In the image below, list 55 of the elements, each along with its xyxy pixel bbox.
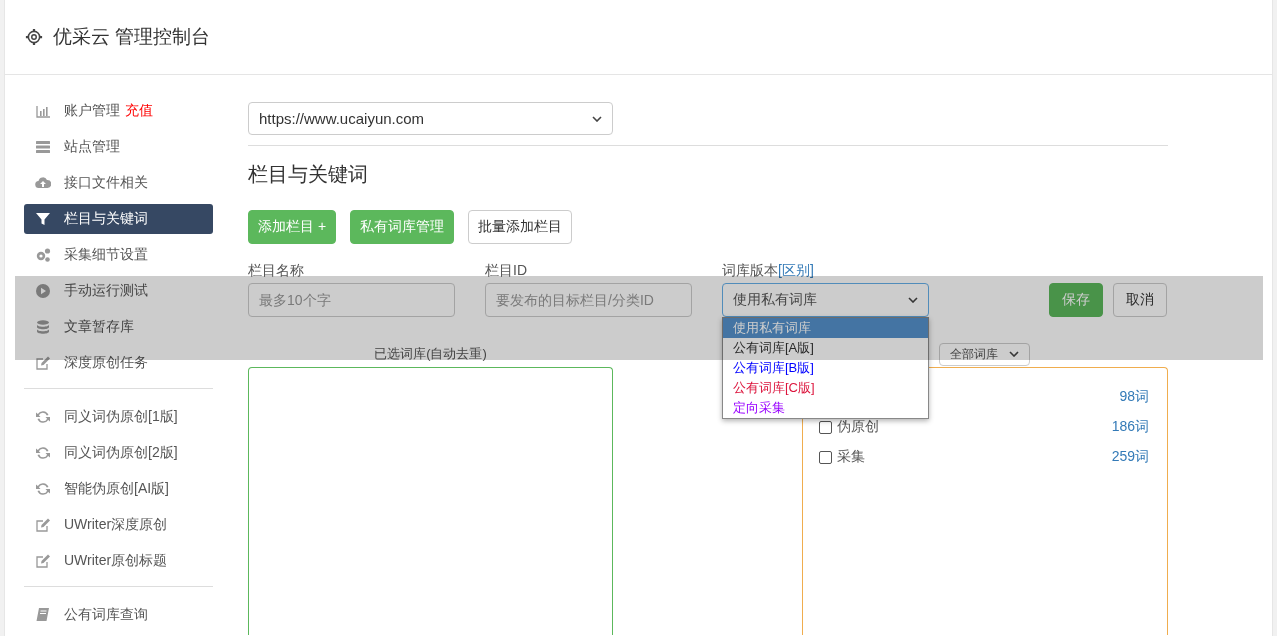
word-count: 259词: [1111, 448, 1149, 466]
library-filter-select[interactable]: 全部词库: [939, 342, 1030, 366]
library-select[interactable]: 使用私有词库: [722, 283, 929, 317]
console-title: 优采云 管理控制台: [53, 25, 211, 49]
sidebar-item[interactable]: UWriter原创标题: [24, 546, 213, 576]
panel-title: 已选词库(自动去重): [374, 345, 487, 363]
cancel-button[interactable]: 取消: [1113, 283, 1167, 317]
caret-icon: [1009, 351, 1019, 357]
sidebar-item[interactable]: 文章暂存库: [24, 312, 213, 342]
site-select[interactable]: https://www.ucaiyun.com: [248, 102, 613, 135]
dropdown-option[interactable]: 公有词库[C版]: [723, 378, 928, 398]
word-count: 98词: [1119, 388, 1149, 406]
database-icon: [35, 319, 51, 335]
field-label: 栏目ID: [485, 262, 527, 278]
outline-button[interactable]: 批量添加栏目: [468, 210, 573, 244]
sidebar-item[interactable]: 智能伪原创[AI版]: [24, 474, 213, 504]
server-icon: [35, 139, 51, 155]
edit-icon: [35, 553, 51, 569]
section-title: 栏目与关键词: [248, 162, 369, 187]
cloud-upload-icon: [35, 175, 51, 191]
caret-icon: [908, 297, 918, 303]
refresh-icon: [35, 409, 51, 425]
library-name: 伪原创: [837, 418, 879, 436]
sidebar-item[interactable]: 接口文件相关: [24, 168, 213, 198]
bar-chart-icon: [35, 103, 51, 119]
sidebar-item[interactable]: 手动运行测试: [24, 276, 213, 306]
dropdown-option[interactable]: 定向采集: [723, 398, 928, 418]
sidebar-item[interactable]: 栏目与关键词: [24, 204, 213, 234]
field-label: 词库版本: [722, 262, 778, 278]
refresh-icon: [35, 481, 51, 497]
sidebar-item[interactable]: 采集细节设置: [24, 240, 213, 270]
dropdown-option[interactable]: 公有词库[A版]: [723, 338, 928, 358]
difference-link[interactable]: [区别]: [778, 262, 814, 278]
caret-icon: [592, 115, 602, 122]
filter-icon: [35, 211, 51, 227]
edit-icon: [35, 517, 51, 533]
checkbox[interactable]: [819, 450, 832, 464]
sidebar-item[interactable]: 站点管理: [24, 132, 213, 162]
sidebar-item[interactable]: 同义词伪原创[1版]: [24, 402, 213, 432]
text-field[interactable]: 最多10个字: [248, 283, 455, 317]
field-label: 栏目名称: [248, 262, 304, 278]
dropdown-option[interactable]: 公有词库[B版]: [723, 358, 928, 378]
refresh-icon: [35, 445, 51, 461]
sidebar-item[interactable]: 同义词伪原创[2版]: [24, 438, 213, 468]
word-count: 186词: [1111, 418, 1149, 436]
text-field[interactable]: 要发布的目标栏目/分类ID: [485, 283, 692, 317]
library-name: 采集: [837, 448, 865, 466]
sidebar-item[interactable]: UWriter深度原创: [24, 510, 213, 540]
sidebar-item[interactable]: 账户管理 充值: [24, 96, 213, 126]
checkbox[interactable]: [819, 420, 832, 434]
play-icon: [35, 283, 51, 299]
book-icon: [35, 607, 51, 623]
sidebar-item[interactable]: 公有词库查询: [24, 600, 213, 630]
edit-icon: [35, 355, 51, 371]
sidebar-item[interactable]: 深度原创任务: [24, 348, 213, 378]
